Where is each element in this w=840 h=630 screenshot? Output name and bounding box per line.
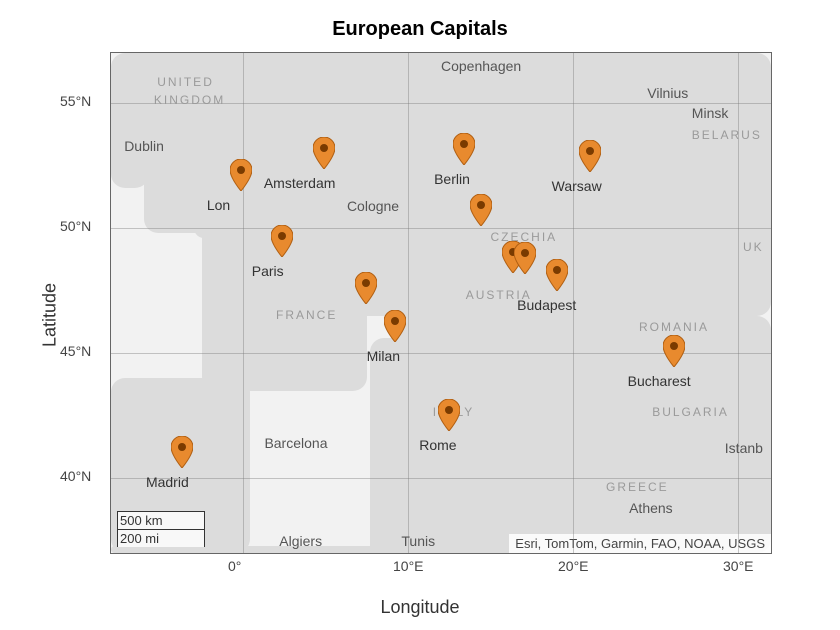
landmass: [392, 316, 772, 554]
attribution-text: Esri, TomTom, Garmin, FAO, NOAA, USGS: [509, 534, 771, 553]
map-marker[interactable]: [355, 272, 377, 304]
gridline: [111, 478, 771, 479]
map-marker[interactable]: [470, 194, 492, 226]
map-marker[interactable]: [514, 242, 536, 274]
chart-title: European Capitals: [0, 18, 840, 41]
map-marker[interactable]: [438, 399, 460, 431]
map-marker[interactable]: [313, 137, 335, 169]
landmass: [111, 53, 205, 148]
landmass: [202, 53, 771, 316]
x-tick-label: 20°E: [558, 558, 589, 574]
y-tick-label: 40°N: [60, 468, 91, 484]
y-axis-label: Latitude: [40, 283, 61, 347]
map-marker[interactable]: [271, 225, 293, 257]
map-marker[interactable]: [546, 259, 568, 291]
map-marker[interactable]: [663, 335, 685, 367]
y-tick-label: 45°N: [60, 343, 91, 359]
map-marker[interactable]: [453, 133, 475, 165]
gridline: [111, 228, 771, 229]
gridline: [111, 103, 771, 104]
figure: European Capitals Latitude Longitude 500…: [0, 0, 840, 630]
x-tick-label: 0°: [228, 558, 241, 574]
map-marker[interactable]: [171, 436, 193, 468]
scale-bar-mi: 200 mi: [117, 529, 205, 547]
x-tick-label: 10°E: [393, 558, 424, 574]
scale-bar-km: 500 km: [117, 511, 205, 529]
x-tick-label: 30°E: [723, 558, 754, 574]
scale-bar: 500 km 200 mi: [117, 511, 205, 547]
y-tick-label: 50°N: [60, 218, 91, 234]
map-axes[interactable]: 500 km 200 mi Esri, TomTom, Garmin, FAO,…: [110, 52, 772, 554]
map-marker[interactable]: [384, 310, 406, 342]
map-marker[interactable]: [230, 159, 252, 191]
y-tick-label: 55°N: [60, 93, 91, 109]
basemap-label: Barcelona: [264, 435, 327, 451]
map-marker[interactable]: [579, 140, 601, 172]
x-axis-label: Longitude: [0, 597, 840, 618]
